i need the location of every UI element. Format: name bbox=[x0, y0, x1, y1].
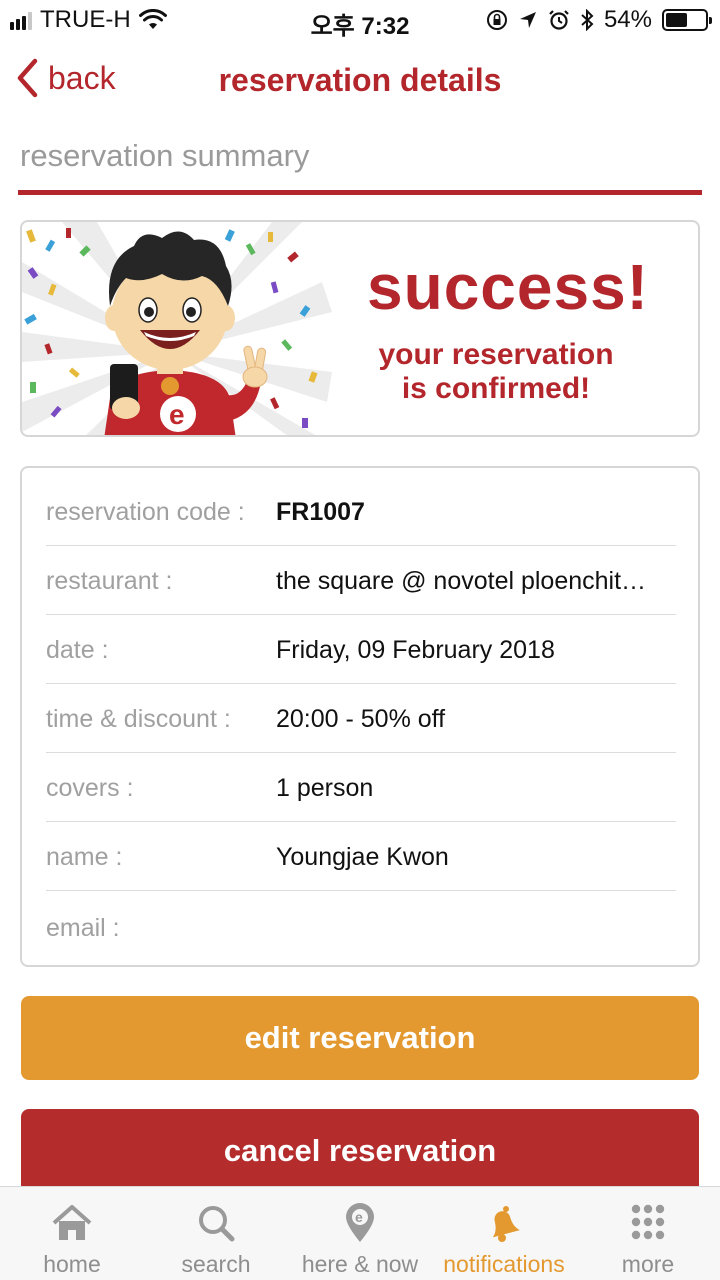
success-banner: e success! your reservation is confirmed… bbox=[20, 220, 700, 437]
detail-row-time-discount: time & discount : 20:00 - 50% off bbox=[46, 684, 676, 753]
tab-more[interactable]: more bbox=[576, 1187, 720, 1280]
bottom-tab-bar: home search e here & now notifications m… bbox=[0, 1186, 720, 1280]
alarm-icon bbox=[549, 10, 569, 30]
bluetooth-icon bbox=[581, 9, 594, 31]
tab-label: search bbox=[181, 1251, 251, 1277]
location-arrow-icon bbox=[519, 12, 536, 28]
detail-label: reservation code : bbox=[46, 498, 245, 526]
tab-label: notifications bbox=[443, 1251, 565, 1277]
section-title: reservation summary bbox=[20, 138, 310, 173]
tab-notifications[interactable]: notifications bbox=[432, 1187, 576, 1280]
name-value: Youngjae Kwon bbox=[276, 843, 449, 871]
tab-label: more bbox=[621, 1251, 675, 1277]
map-pin-icon: e bbox=[346, 1203, 374, 1242]
orientation-lock-icon bbox=[486, 10, 507, 30]
battery-percent: 54% bbox=[603, 6, 652, 33]
detail-label: time & discount : bbox=[46, 705, 231, 733]
success-message-line-1: your reservation bbox=[378, 338, 614, 371]
detail-row-covers: covers : 1 person bbox=[46, 753, 676, 822]
status-left: TRUE-H bbox=[10, 6, 167, 34]
status-right: 54% bbox=[486, 6, 712, 34]
detail-label: date : bbox=[46, 636, 109, 664]
grid-dots-icon bbox=[631, 1204, 665, 1240]
wifi-icon bbox=[138, 9, 167, 29]
reservation-details-card: reservation code : FR1007 restaurant : t… bbox=[20, 466, 700, 967]
battery-icon bbox=[662, 9, 712, 31]
time-discount-value: 20:00 - 50% off bbox=[276, 705, 446, 733]
carrier-name: TRUE-H bbox=[40, 6, 131, 33]
success-headline: success! bbox=[367, 251, 649, 323]
bell-icon bbox=[492, 1206, 520, 1242]
detail-label: name : bbox=[46, 843, 123, 871]
detail-row-name: name : Youngjae Kwon bbox=[46, 822, 676, 891]
detail-row-email: email : bbox=[46, 893, 676, 962]
back-label: back bbox=[48, 59, 116, 96]
battery-level bbox=[666, 13, 687, 27]
restaurant-value: the square @ novotel ploenchit… bbox=[276, 567, 647, 595]
tab-label: here & now bbox=[301, 1251, 419, 1277]
home-icon bbox=[52, 1205, 92, 1240]
chevron-left-icon bbox=[17, 58, 38, 98]
tab-label: home bbox=[43, 1251, 101, 1277]
detail-row-restaurant: restaurant : the square @ novotel ploenc… bbox=[46, 546, 676, 615]
section-divider bbox=[18, 190, 702, 195]
svg-text:e: e bbox=[169, 399, 185, 430]
search-icon bbox=[199, 1206, 235, 1242]
cancel-reservation-button[interactable]: cancel reservation bbox=[21, 1109, 699, 1193]
detail-label: covers : bbox=[46, 774, 134, 802]
covers-value: 1 person bbox=[276, 774, 374, 802]
reservation-code-value: FR1007 bbox=[276, 498, 365, 526]
back-button[interactable]: back bbox=[16, 58, 116, 98]
detail-label: email : bbox=[46, 914, 120, 942]
date-value: Friday, 09 February 2018 bbox=[276, 636, 555, 664]
tab-search[interactable]: search bbox=[144, 1187, 288, 1280]
edit-reservation-button[interactable]: edit reservation bbox=[21, 996, 699, 1080]
tab-here-and-now[interactable]: e here & now bbox=[288, 1187, 432, 1280]
detail-row-reservation-code: reservation code : FR1007 bbox=[46, 477, 676, 546]
status-bar: TRUE-H 오후 7:32 54% bbox=[0, 0, 720, 40]
success-message: your reservation is confirmed! bbox=[338, 338, 654, 406]
signal-strength-icon bbox=[10, 10, 32, 30]
svg-text:e: e bbox=[355, 1209, 363, 1225]
mascot-illustration: e bbox=[22, 222, 332, 435]
success-message-line-2: is confirmed! bbox=[401, 372, 591, 405]
tab-home[interactable]: home bbox=[0, 1187, 144, 1280]
detail-row-date: date : Friday, 09 February 2018 bbox=[46, 615, 676, 684]
detail-label: restaurant : bbox=[46, 567, 173, 595]
nav-header: back reservation details bbox=[0, 48, 720, 112]
